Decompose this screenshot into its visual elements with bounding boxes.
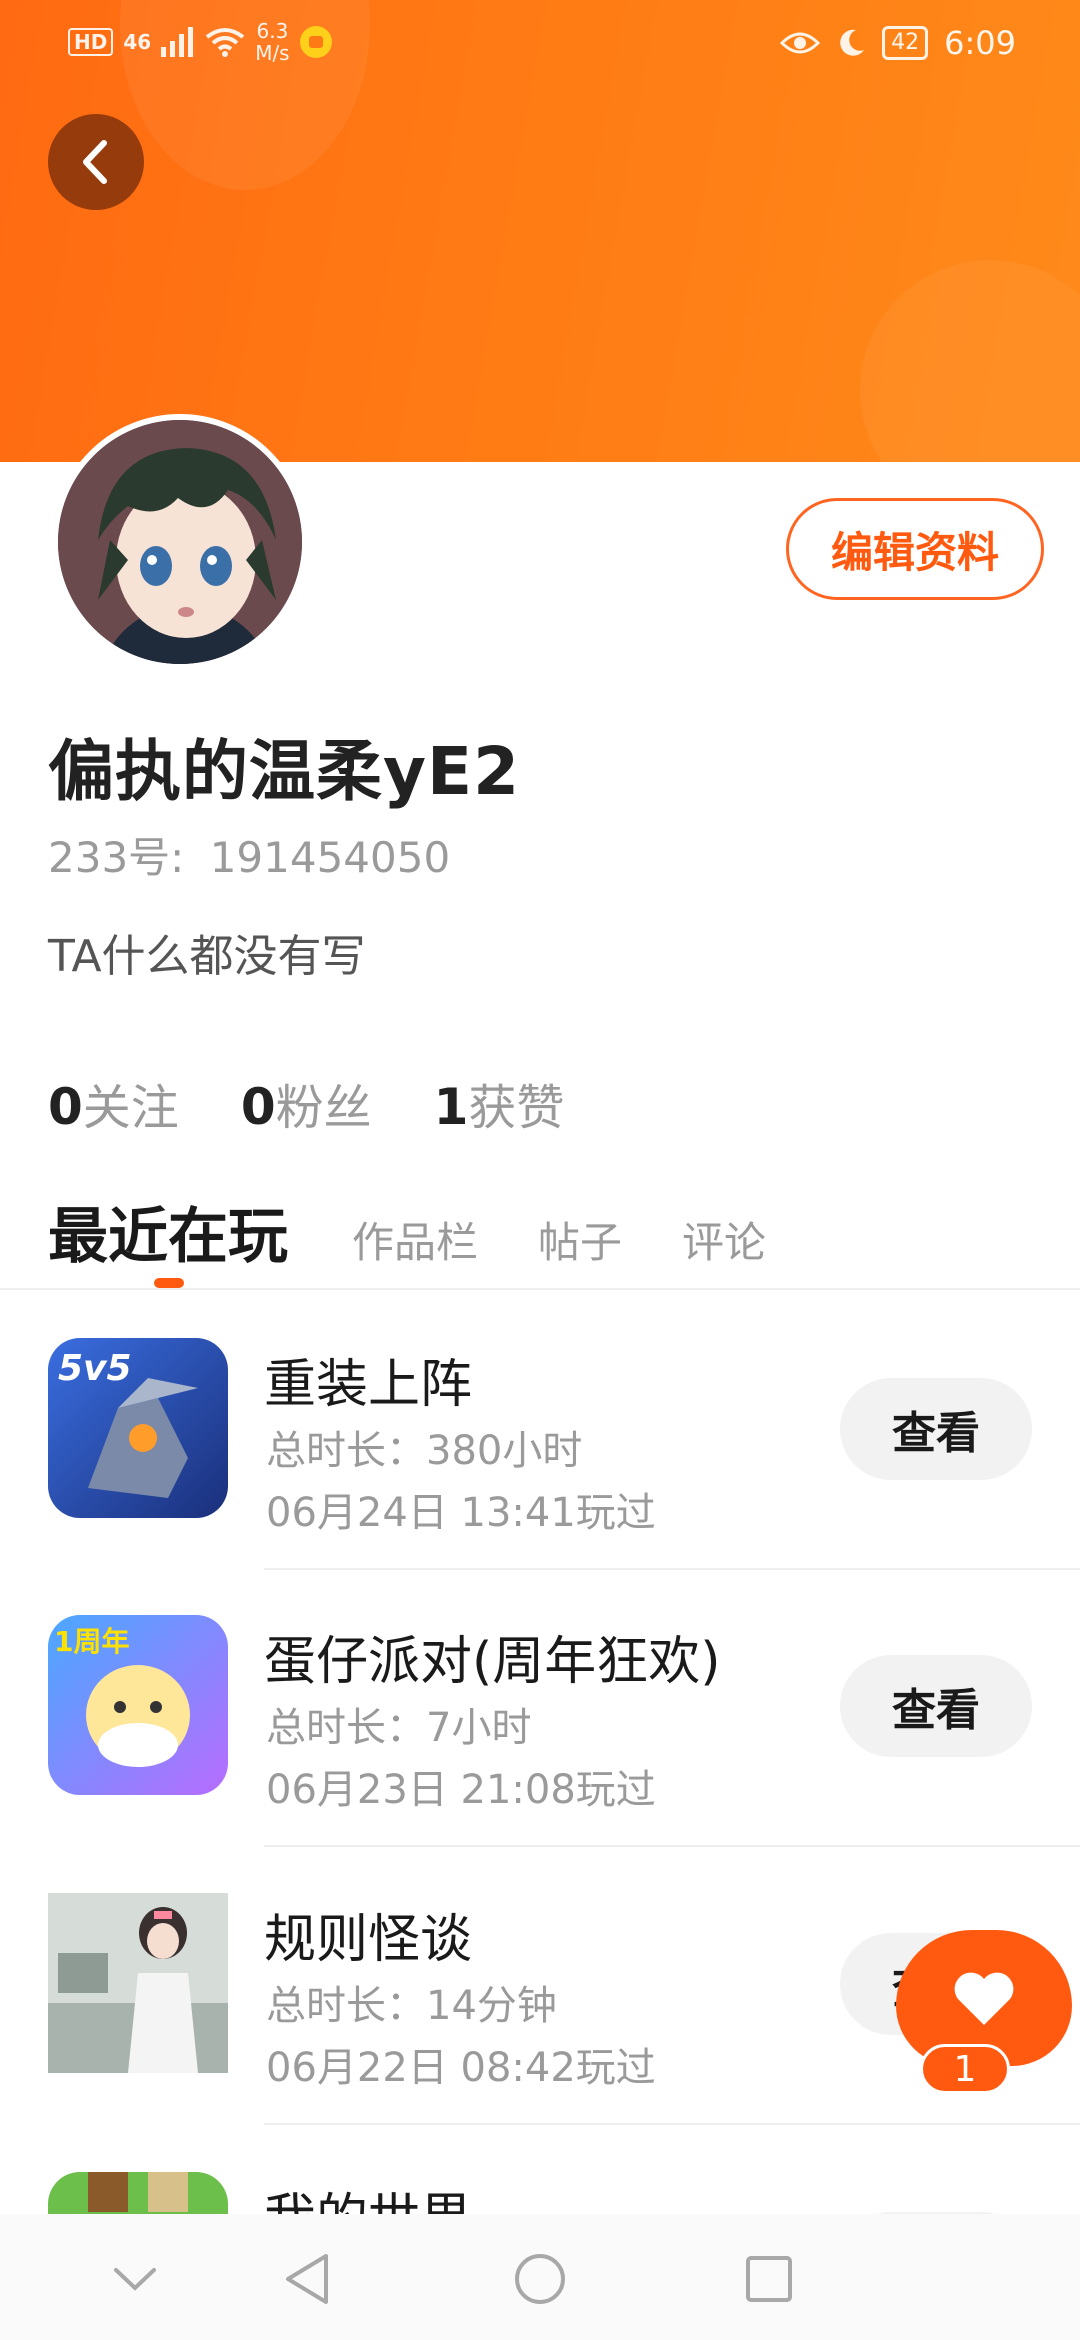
divider [264,2123,1080,2125]
view-button[interactable]: 查看 [840,1378,1032,1480]
game-icon-text: 1周年 [54,1625,129,1658]
game-name: 蛋仔派对(周年狂欢) [264,1632,721,1692]
username: 偏执的温柔yE2 [48,733,521,810]
game-icon-image: 1周年 [48,1615,228,1795]
stat-likes[interactable]: 1获赞 [434,1068,565,1138]
eye-icon [780,32,821,54]
game-last-played: 06月24日 13:41玩过 [266,1490,656,1536]
list-item[interactable]: 1周年 蛋仔派对(周年狂欢) 总时长：7小时 06月23日 21:08玩过 查看 [0,1615,1080,1892]
game-icon-image [48,1893,228,2073]
profile-page: HD 46 6.3 M/s 42 6:09 编辑资料 偏执的温柔yE2 233号… [0,0,1080,2340]
app-notification-icon [299,26,332,58]
chevron-down-icon [114,2268,156,2291]
stat-following[interactable]: 0关注 [48,1068,179,1138]
game-icon-text: 5v5 [58,1348,132,1389]
stat-label: 获赞 [468,1080,565,1136]
signal-icon [161,27,194,57]
user-id: 233号: 191454050 [48,824,450,885]
stat-number: 1 [433,1078,469,1136]
stat-label: 粉丝 [275,1080,372,1136]
stat-number: 0 [240,1078,276,1136]
net-speed-value: 6.3 [256,19,289,43]
network-label: 46 [123,30,152,54]
game-duration: 总时长：7小时 [266,1705,532,1751]
game-icon [48,1893,228,2073]
hd-badge: HD [68,28,114,56]
clock: 6:09 [944,24,1016,62]
stat-number: 0 [48,1078,83,1136]
like-count-badge: 1 [920,2044,1010,2094]
nav-recents-button[interactable] [724,2234,814,2324]
banner-decoration [860,260,1080,462]
stat-followers[interactable]: 0粉丝 [241,1068,372,1138]
edit-profile-button[interactable]: 编辑资料 [786,498,1044,600]
game-icon-image [48,2172,228,2214]
net-speed-unit: M/s [255,41,290,65]
nav-back-button[interactable] [262,2234,352,2324]
tab-recent-play[interactable]: 最近在玩 [48,1188,288,1275]
list-item[interactable]: 5v5 重装上阵 总时长：380小时 06月24日 13:41玩过 查看 [0,1338,1080,1615]
status-left: HD 46 6.3 M/s [68,20,332,64]
avatar-image [58,420,302,664]
avatar[interactable] [52,414,308,670]
stats-bar: 0关注 0粉丝 1获赞 [48,1068,564,1138]
wifi-icon [205,28,245,57]
tab-bar: 最近在玩 作品栏 帖子 评论 [48,1188,826,1275]
bio: TA什么都没有写 [48,931,366,982]
game-icon: 1周年 [48,1615,228,1795]
system-nav-bar [0,2214,1080,2340]
game-icon: 5v5 [48,1338,228,1518]
moon-icon [840,29,865,56]
heart-icon [954,1972,1014,2025]
tab-posts[interactable]: 帖子 [538,1209,622,1270]
status-bar: HD 46 6.3 M/s 42 6:09 [0,0,1080,90]
status-right: 42 6:09 [780,24,1016,62]
square-recents-icon [746,2256,792,2302]
game-name: 规则怪谈 [264,1910,473,1970]
game-duration: 总时长：14分钟 [266,1983,557,2029]
tab-indicator [154,1278,184,1288]
game-name: 重装上阵 [264,1355,473,1415]
nav-home-button[interactable] [495,2234,585,2324]
user-id-value: 191454050 [209,833,451,882]
tab-comments[interactable]: 评论 [682,1209,766,1270]
triangle-back-icon [286,2254,328,2304]
divider [0,1288,1080,1290]
chevron-left-icon [83,140,107,184]
net-speed: 6.3 M/s [255,20,289,64]
back-button[interactable] [48,114,144,210]
divider [264,1845,1080,1847]
battery-icon: 42 [882,26,929,60]
nav-collapse-button[interactable] [90,2234,180,2324]
stat-label: 关注 [82,1080,179,1136]
tab-works[interactable]: 作品栏 [352,1209,478,1270]
game-duration: 总时长：380小时 [266,1428,583,1474]
game-name: 我的世界 [264,2176,472,2214]
divider [264,1568,1080,1570]
view-button[interactable]: 查看 [840,1655,1032,1757]
game-icon [48,2172,228,2214]
game-last-played: 06月22日 08:42玩过 [266,2045,656,2091]
list-item[interactable]: 我的世界 查看 [0,2172,1080,2214]
user-id-label: 233号: [48,833,185,882]
game-icon-image: 5v5 [48,1338,228,1518]
circle-home-icon [515,2254,565,2304]
game-last-played: 06月23日 21:08玩过 [266,1767,656,1813]
